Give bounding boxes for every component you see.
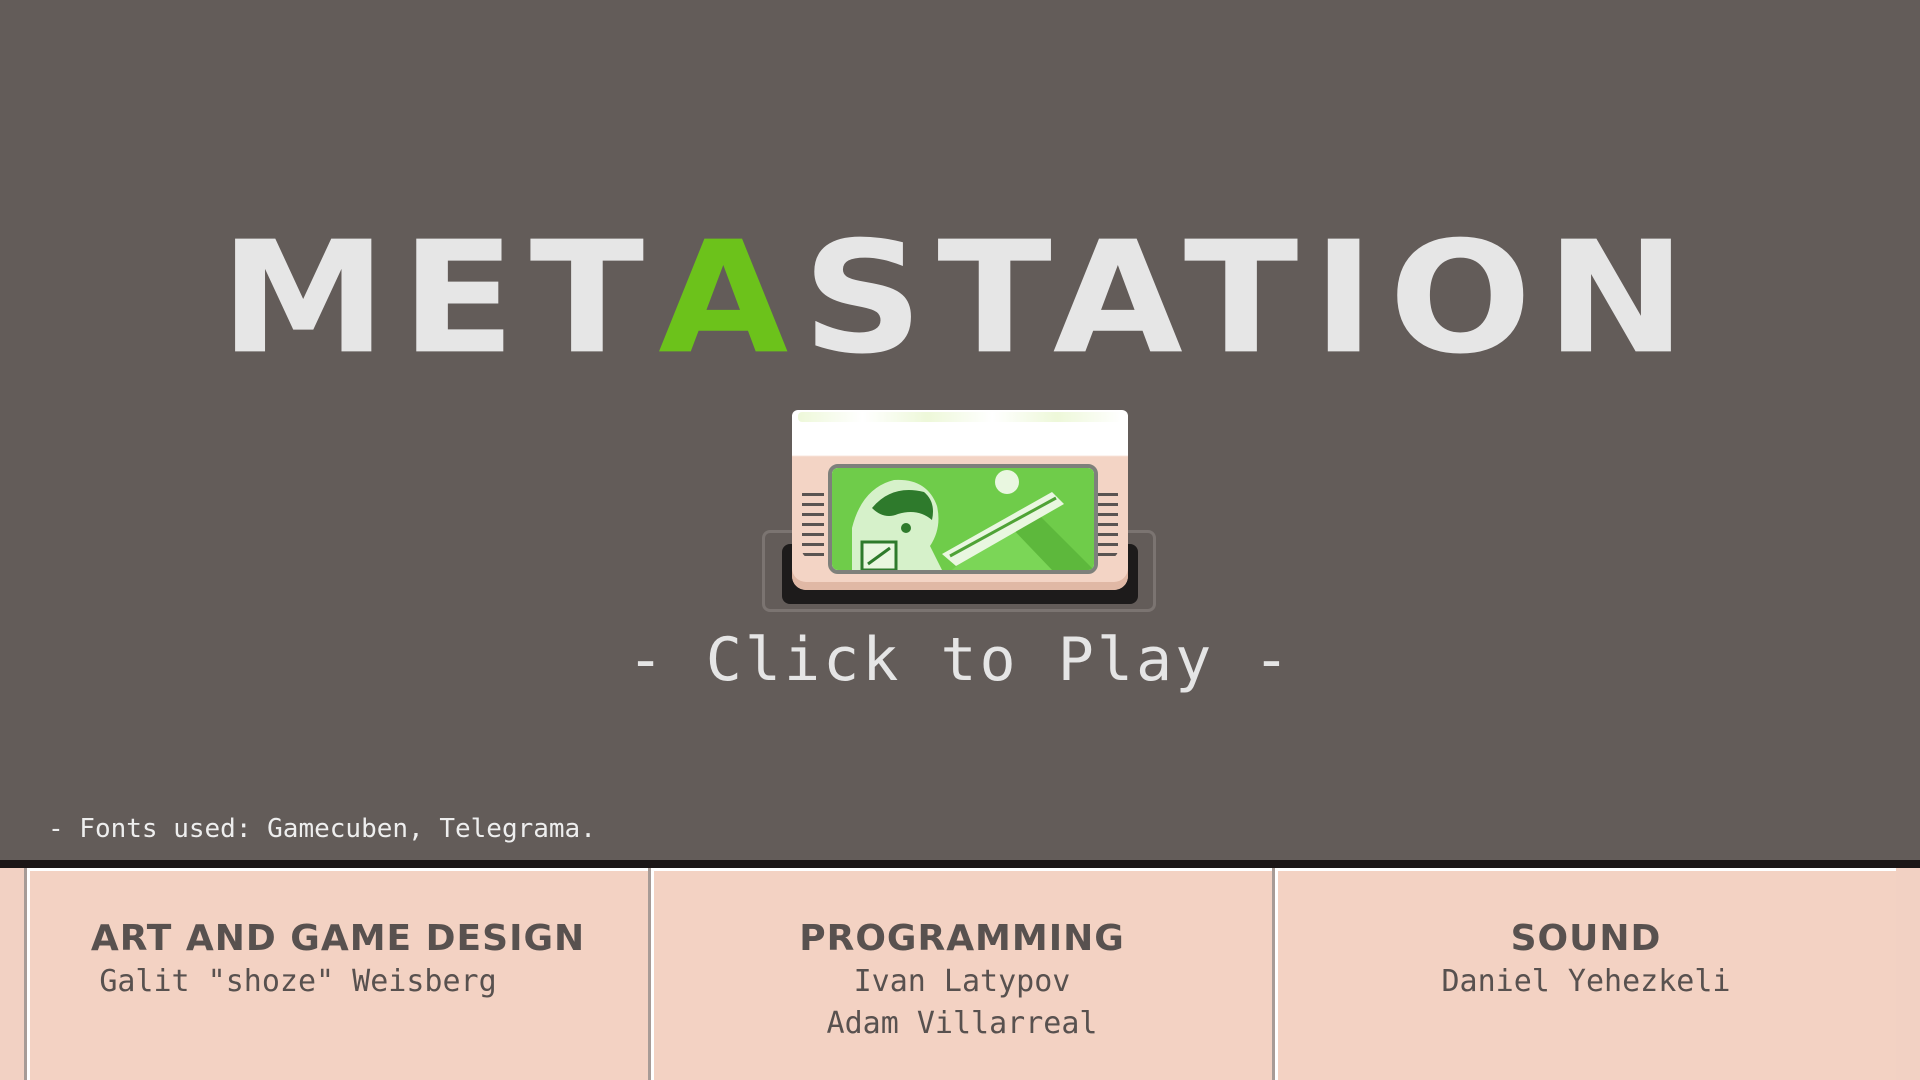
- credit-card-art: ART AND GAME DESIGN Galit "shoze" Weisbe…: [24, 868, 652, 1080]
- cartridge-grip-left: [802, 486, 824, 558]
- click-to-play-button[interactable]: - Click to Play -: [0, 620, 1920, 700]
- credits-edge-right: [1896, 868, 1920, 1080]
- credit-heading-programming: PROGRAMMING: [799, 918, 1125, 959]
- credit-name: Ivan Latypov: [853, 964, 1071, 999]
- credit-name: Adam Villarreal: [826, 1006, 1098, 1041]
- fonts-credit-note: - Fonts used: Gamecuben, Telegrama.: [48, 814, 596, 844]
- title-part-2: STATION: [802, 207, 1701, 388]
- cartridge-top-stripe: [798, 412, 1122, 422]
- game-cartridge-button[interactable]: [762, 406, 1158, 614]
- credit-name: Galit "shoze" Weisberg: [99, 964, 497, 999]
- credits-panel: ART AND GAME DESIGN Galit "shoze" Weisbe…: [0, 860, 1920, 1080]
- credit-heading-art: ART AND GAME DESIGN: [90, 918, 586, 959]
- cartridge-label: [828, 464, 1098, 574]
- credit-card-sound: SOUND Daniel Yehezkeli: [1272, 868, 1900, 1080]
- title-part-1: MET: [219, 207, 659, 388]
- game-title: MET A STATION: [0, 207, 1920, 387]
- credit-name: Daniel Yehezkeli: [1441, 964, 1731, 999]
- cartridge-grip-right: [1096, 486, 1118, 558]
- cartridge-art-icon: [832, 468, 1094, 570]
- credit-heading-sound: SOUND: [1510, 918, 1662, 959]
- title-accent-letter: A: [658, 207, 803, 388]
- credit-card-programming: PROGRAMMING Ivan Latypov Adam Villarreal: [648, 868, 1276, 1080]
